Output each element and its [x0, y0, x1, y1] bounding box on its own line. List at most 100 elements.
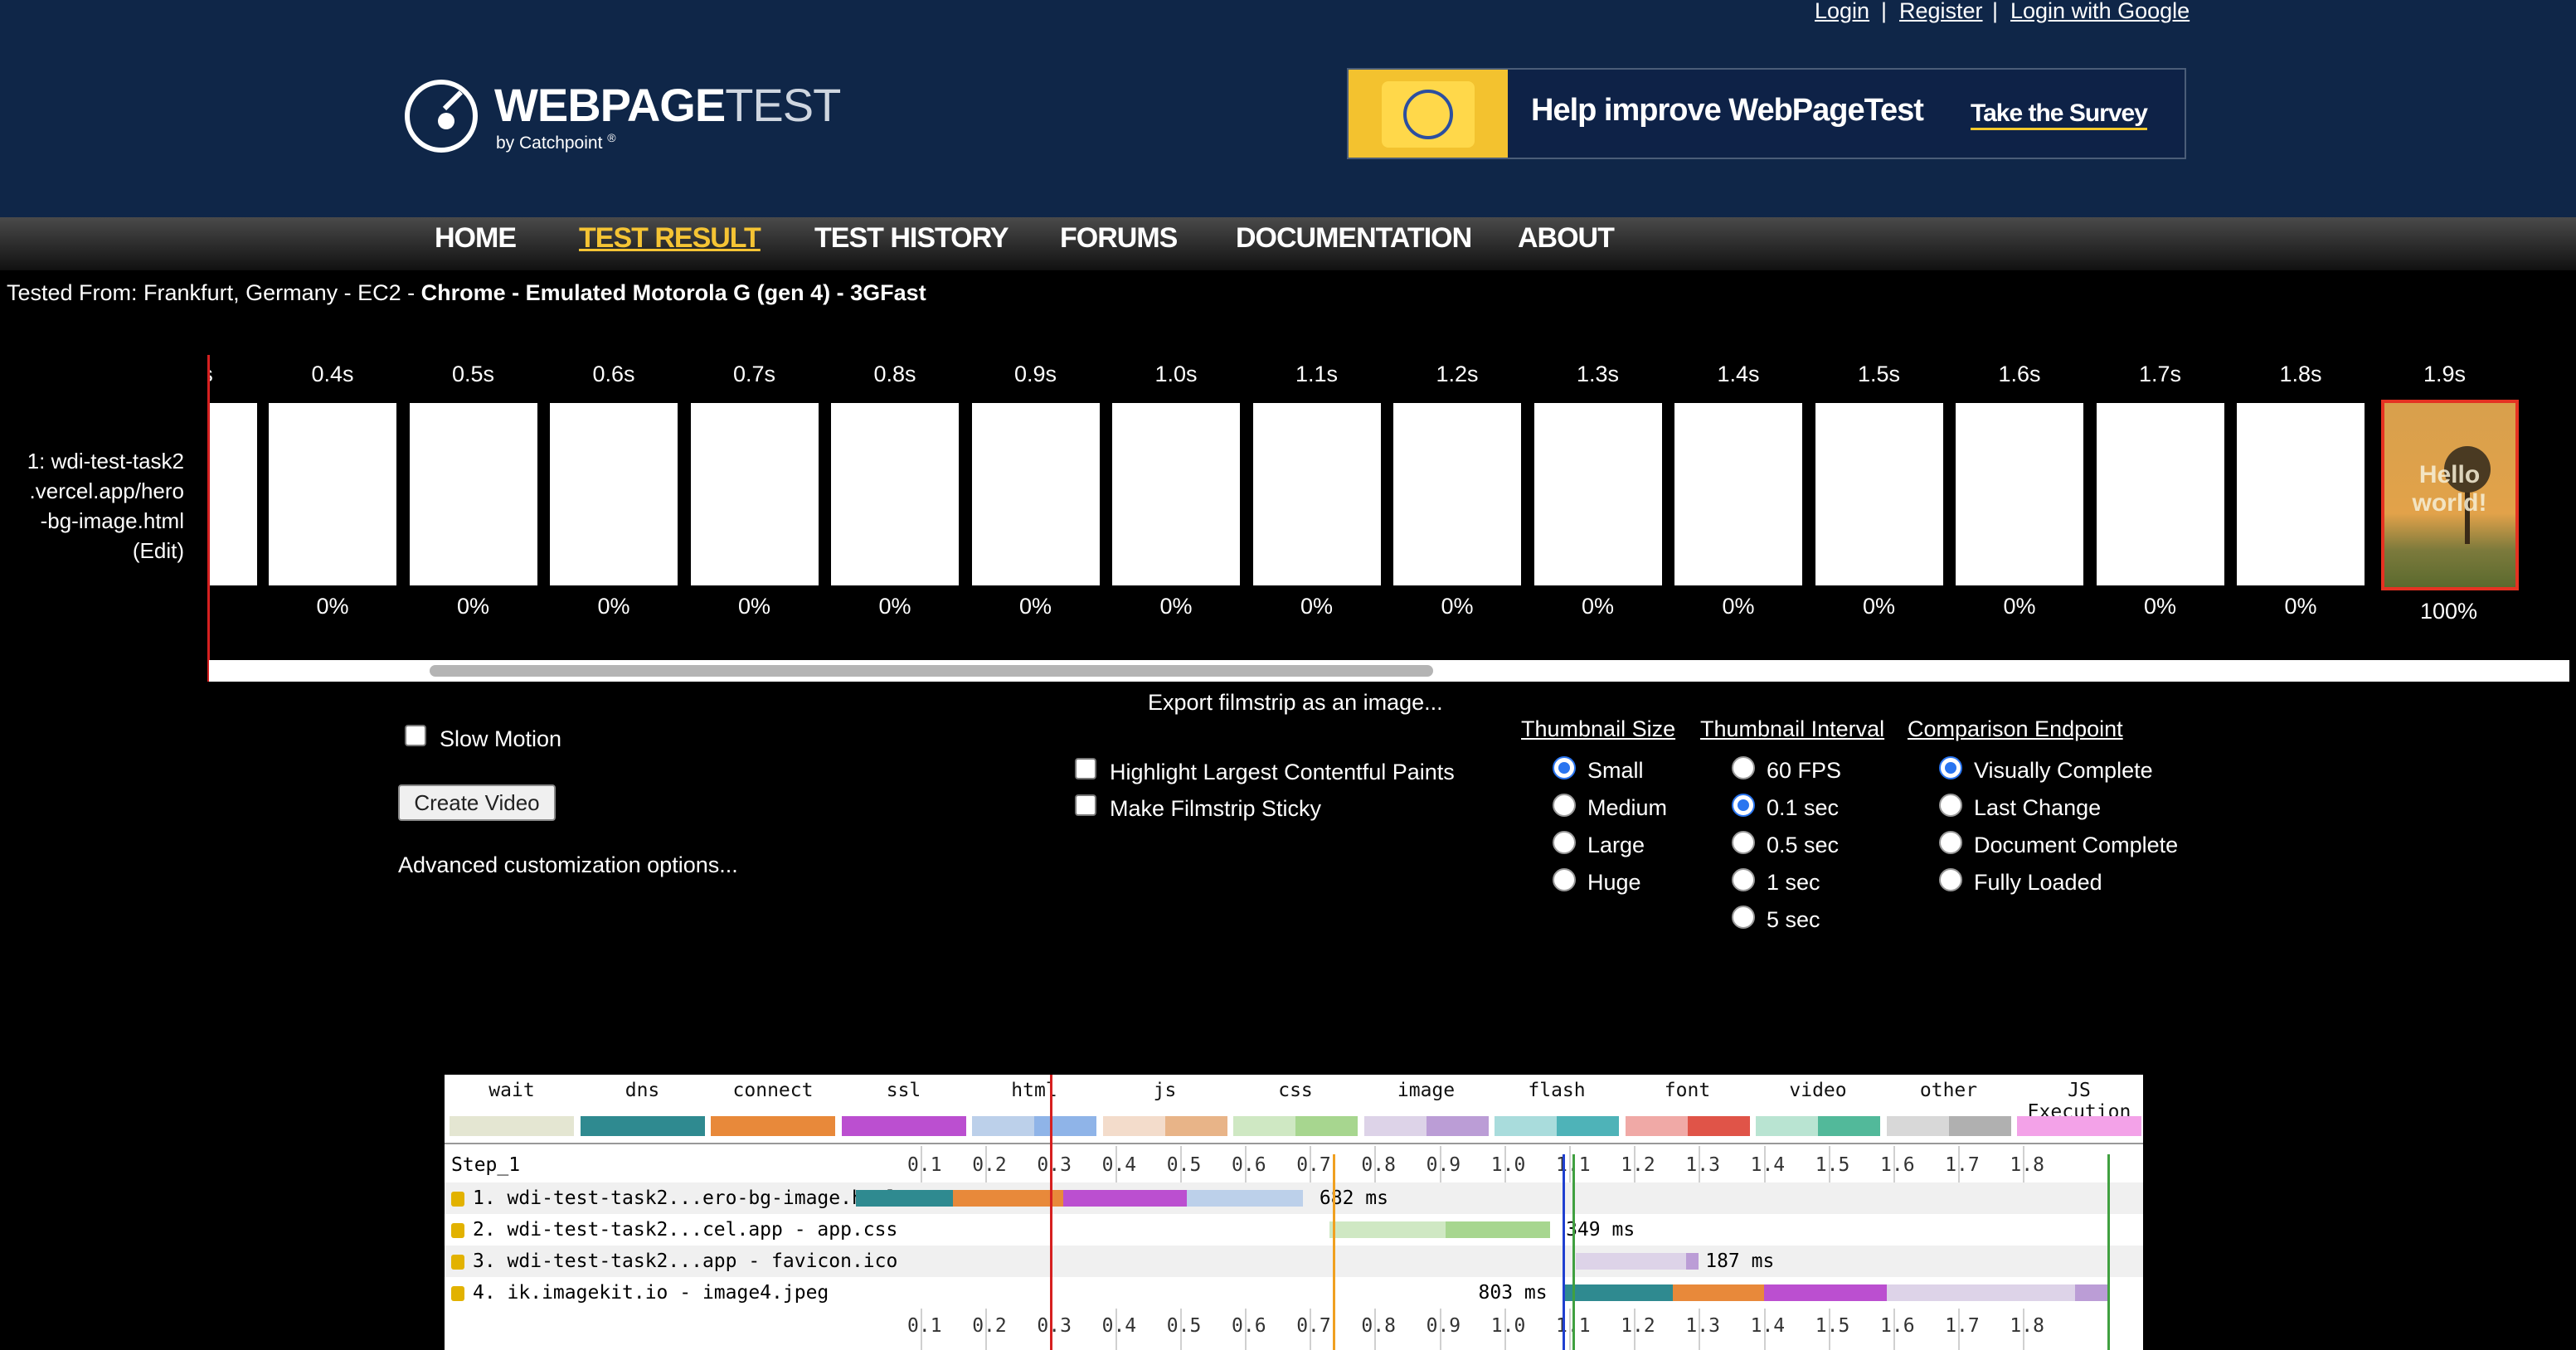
comparison-endpoint-radio[interactable] [1939, 868, 1962, 891]
nav-home[interactable]: HOME [435, 222, 517, 255]
advanced-options-link[interactable]: Advanced customization options... [398, 852, 738, 878]
thumbnail-size-radio[interactable] [1553, 794, 1576, 817]
request-duration: 803 ms [1478, 1282, 1548, 1304]
nav-documentation[interactable]: DOCUMENTATION [1236, 222, 1472, 255]
time-tick: 0.3 [1037, 1154, 1072, 1176]
nav-forums[interactable]: FORUMS [1060, 222, 1178, 255]
filmstrip-scroll-thumb[interactable] [430, 665, 1433, 677]
request-label[interactable]: 4. ik.imagekit.io - image4.jpeg [451, 1282, 829, 1304]
time-tick: 0.7 [1296, 1154, 1331, 1176]
request-duration: 187 ms [1705, 1250, 1775, 1272]
thumbnail-interval-radio[interactable] [1732, 868, 1755, 891]
time-tick: 1.8 [2010, 1315, 2044, 1337]
comparison-endpoint-option-label: Fully Loaded [1974, 870, 2102, 895]
comparison-endpoint-radio[interactable] [1939, 831, 1962, 854]
filmstrip-frame[interactable] [831, 403, 959, 585]
take-survey-link[interactable]: Take the Survey [1971, 100, 2148, 130]
request-label[interactable]: 2. wdi-test-task2...cel.app - app.css [451, 1219, 897, 1241]
edit-link[interactable]: (Edit) [8, 536, 184, 566]
highlight-lcp-checkbox[interactable] [1075, 758, 1096, 779]
nav-about[interactable]: ABOUT [1518, 222, 1615, 255]
login-link[interactable]: Login [1815, 0, 1869, 24]
export-filmstrip-link[interactable]: Export filmstrip as an image... [1148, 690, 1443, 716]
request-timing-bar [1763, 1284, 1888, 1301]
filmstrip-frame[interactable] [409, 403, 537, 585]
register-link[interactable]: Register [1899, 0, 1983, 24]
frame-time: 0.7s [732, 362, 776, 386]
request-timing-bar [1563, 1284, 1674, 1301]
filmstrip-frame[interactable] [1393, 403, 1521, 585]
legend-label: other [1919, 1080, 1978, 1101]
frame-visual-progress: 0% [456, 594, 490, 619]
nav-test-result[interactable]: TEST RESULT [579, 222, 761, 255]
event-marker-line [1050, 1075, 1053, 1350]
time-tick: 0.1 [907, 1154, 942, 1176]
frame-visual-progress: 100% [2419, 599, 2478, 624]
thumbnail-interval-radio[interactable] [1732, 831, 1755, 854]
speedometer-icon[interactable] [405, 80, 478, 153]
legend-swatch [1102, 1116, 1227, 1136]
banner-text: Help improve WebPageTest [1531, 93, 1924, 128]
slow-motion-checkbox[interactable] [405, 725, 426, 746]
request-label[interactable]: 1. wdi-test-task2...ero-bg-image.html [451, 1187, 897, 1209]
request-timing-bar [1887, 1284, 2075, 1301]
filmstrip-frame-complete[interactable]: Hello world! [2380, 400, 2519, 590]
site-logo[interactable]: WEBPAGETEST [494, 78, 841, 132]
thumbnail-interval-radio[interactable] [1732, 756, 1755, 779]
filmstrip-frame[interactable] [971, 403, 1100, 585]
speedometer-icon [1403, 90, 1453, 139]
filmstrip-frame[interactable] [690, 403, 819, 585]
frame-time: 1.0s [1154, 362, 1198, 386]
thumbnail-interval-radio[interactable] [1732, 794, 1755, 817]
create-video-button[interactable]: Create Video [398, 784, 556, 821]
filmstrip-frame[interactable] [1533, 403, 1662, 585]
legend-label: video [1789, 1080, 1847, 1101]
frame-time: s [207, 362, 213, 386]
thumbnail-size-radio[interactable] [1553, 831, 1576, 854]
time-tick: 0.4 [1101, 1154, 1137, 1176]
thumbnail-size-option-label: Huge [1587, 870, 1641, 895]
thumbnail-size-radio[interactable] [1553, 756, 1576, 779]
time-tick: 1.0 [1490, 1315, 1526, 1337]
comparison-endpoint-radio[interactable] [1939, 794, 1962, 817]
request-label[interactable]: 3. wdi-test-task2...app - favicon.ico [451, 1250, 897, 1272]
filmstrip-frame[interactable] [2237, 403, 2365, 585]
frame-time: 1.9s [2423, 362, 2467, 386]
frame-visual-progress: 0% [1018, 594, 1052, 619]
filmstrip-frame[interactable] [207, 403, 257, 585]
nav-test-history[interactable]: TEST HISTORY [814, 222, 1009, 255]
thumbnail-interval-radio[interactable] [1732, 906, 1755, 929]
time-tick: 1.7 [1945, 1154, 1980, 1176]
frame-time: 1.4s [1717, 362, 1760, 386]
request-timing-bar [1575, 1253, 1686, 1270]
login-google-link[interactable]: Login with Google [2010, 0, 2190, 24]
filmstrip-row-label[interactable]: 1: wdi-test-task2 .vercel.app/hero -bg-i… [8, 446, 184, 566]
filmstrip[interactable]: s 0.4s 0% 0.5s 0% 0.6s 0% 0.7s 0% 0.8s 0% 0.9s 0% 1.… [207, 348, 2571, 680]
tested-from-info: Tested From: Frankfurt, Germany - EC2 - … [7, 280, 926, 305]
sticky-filmstrip-checkbox[interactable] [1075, 794, 1096, 816]
slow-motion-label: Slow Motion [440, 726, 562, 751]
filmstrip-frame[interactable] [1956, 403, 2083, 585]
filmstrip-frame[interactable] [269, 403, 396, 585]
filmstrip-frame[interactable] [1815, 403, 1943, 585]
filmstrip-frame[interactable] [2096, 403, 2224, 585]
filmstrip-frame[interactable] [1252, 403, 1381, 585]
filmstrip-frame[interactable] [550, 403, 678, 585]
legend-label: html [1011, 1080, 1057, 1101]
thumbnail-size-radio[interactable] [1553, 868, 1576, 891]
filmstrip-frame[interactable] [1112, 403, 1240, 585]
comparison-endpoint-heading: Comparison Endpoint [1908, 716, 2123, 741]
survey-banner[interactable]: Help improve WebPageTest Take the Survey [1347, 68, 2186, 159]
request-duration: 682 ms [1319, 1187, 1389, 1209]
frame-time: 1.1s [1295, 362, 1339, 386]
frame-time: 1.6s [1998, 362, 2041, 386]
legend-swatch [1233, 1116, 1358, 1136]
event-marker-line [1572, 1154, 1575, 1350]
request-timing-bar [1446, 1221, 1550, 1238]
comparison-endpoint-radio[interactable] [1939, 756, 1962, 779]
frame-visual-progress: 0% [2003, 594, 2036, 619]
frame-visual-progress: 0% [1159, 594, 1193, 619]
filmstrip-frame[interactable] [1674, 403, 1802, 585]
legend-label: flash [1528, 1080, 1586, 1101]
frame-time: 0.4s [311, 362, 354, 386]
